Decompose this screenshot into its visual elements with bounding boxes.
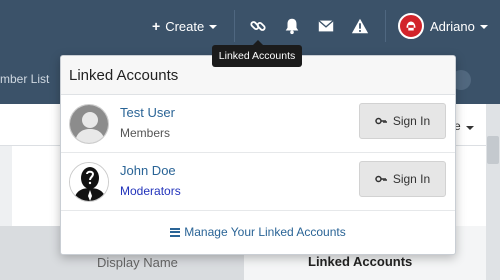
user-avatar (398, 13, 424, 39)
sign-in-button[interactable]: Sign In (359, 161, 446, 197)
linked-accounts-popup: Linked Accounts Test User Members Sign I… (60, 55, 456, 255)
avatar (69, 162, 109, 202)
toolbar-dropdown[interactable]: e (454, 119, 474, 133)
sign-in-button[interactable]: Sign In (359, 103, 446, 139)
sign-in-label: Sign In (392, 114, 431, 128)
key-icon (375, 175, 387, 183)
scrollbar-track[interactable] (486, 104, 500, 280)
manage-linked-accounts-link[interactable]: Manage Your Linked Accounts (61, 211, 455, 253)
anonymous-user-icon (70, 163, 108, 201)
user-avatar-icon (402, 17, 420, 35)
avatar (69, 104, 109, 144)
sign-in-label: Sign In (392, 172, 431, 186)
chevron-down-icon (465, 126, 474, 130)
plus-icon: + (152, 18, 161, 34)
tooltip: Linked Accounts (212, 40, 302, 67)
key-icon (375, 117, 387, 125)
navbar-divider (234, 10, 235, 42)
create-button[interactable]: + Create (152, 0, 218, 52)
warning-icon (351, 18, 369, 34)
default-user-icon (70, 105, 108, 143)
account-row: John Doe Moderators Sign In (61, 153, 455, 211)
bars-icon (170, 227, 181, 237)
bell-icon (285, 18, 299, 35)
user-name: Adriano (430, 18, 475, 34)
account-group: Moderators (120, 184, 181, 198)
column-header-display-name[interactable]: Display Name (97, 255, 178, 270)
nav-link-member-list[interactable]: mber List (0, 72, 49, 86)
account-name-link[interactable]: John Doe (120, 163, 176, 178)
column-header-linked-accounts[interactable]: Linked Accounts (308, 254, 412, 269)
link-icon (250, 21, 266, 31)
manage-linked-accounts-label: Manage Your Linked Accounts (184, 225, 346, 239)
chevron-down-icon (479, 25, 488, 29)
create-label: Create (165, 18, 205, 34)
alerts-button[interactable] (349, 0, 371, 52)
navbar-divider (385, 10, 386, 42)
messages-button[interactable] (315, 0, 337, 52)
account-row: Test User Members Sign In (61, 95, 455, 153)
account-name-link[interactable]: Test User (120, 105, 175, 120)
account-group: Members (120, 126, 171, 140)
page-sidebar-edge (0, 146, 12, 226)
scrollbar-thumb[interactable] (487, 136, 499, 164)
envelope-icon (318, 20, 334, 32)
user-menu-button[interactable]: Adriano (398, 0, 488, 52)
chevron-down-icon (209, 25, 218, 29)
